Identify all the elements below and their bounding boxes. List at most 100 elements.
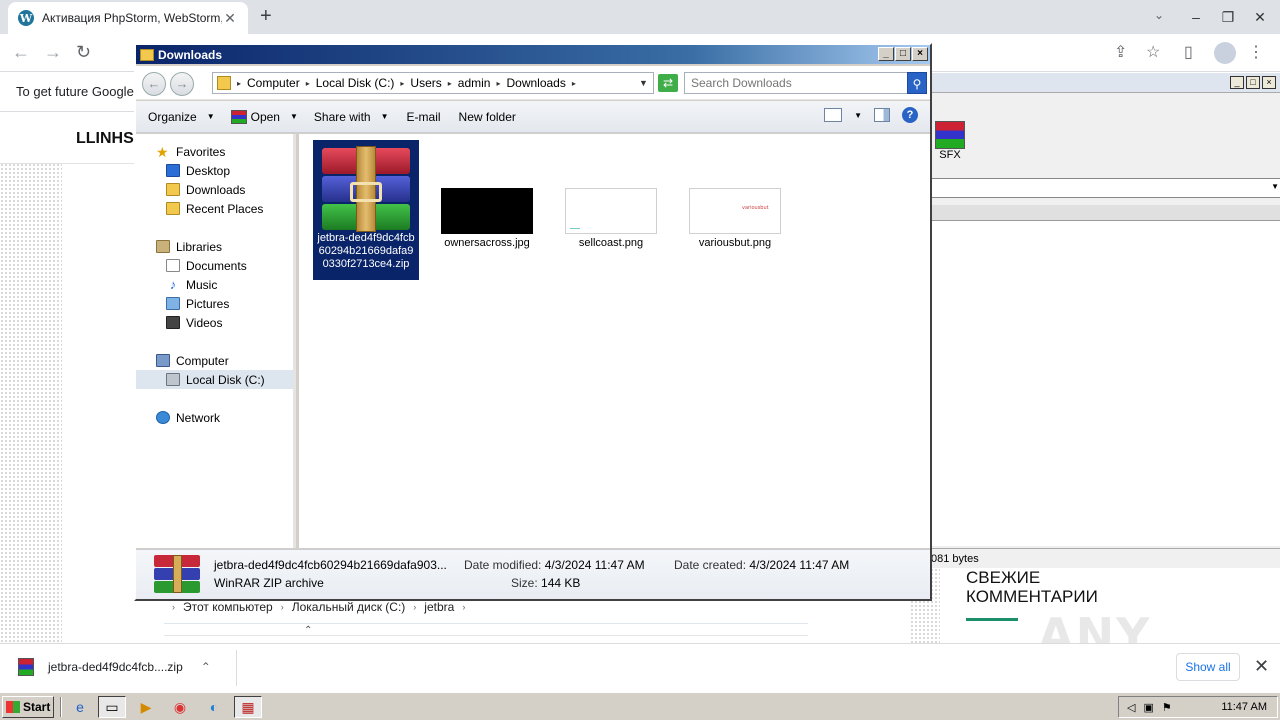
chevron-right-icon[interactable]: ▸ xyxy=(572,79,576,88)
address-dropdown-icon[interactable]: ▼ xyxy=(639,72,648,94)
chevron-right-icon[interactable]: ▸ xyxy=(400,79,404,88)
maximize-icon[interactable]: □ xyxy=(1246,76,1260,89)
chrome-tab-strip: W Активация PhpStorm, WebStorm, I ✕ + ⌄ … xyxy=(0,0,1280,34)
file-item-zip[interactable]: jetbra-ded4f9dc4fcb60294b21669dafa90330f… xyxy=(313,140,419,280)
dropdown-arrow-icon[interactable]: ▼ xyxy=(1271,182,1279,191)
file-list[interactable]: jetbra-ded4f9dc4fcb60294b21669dafa90330f… xyxy=(299,134,930,548)
browser-tab[interactable]: W Активация PhpStorm, WebStorm, I ✕ xyxy=(8,2,248,34)
restore-icon[interactable]: ❐ xyxy=(1212,0,1244,34)
breadcrumb-item[interactable]: Этот компьютер xyxy=(183,600,273,615)
refresh-icon[interactable]: ⇄ xyxy=(658,74,678,92)
internet-explorer-icon[interactable]: e xyxy=(66,696,94,718)
tab-close-icon[interactable]: ✕ xyxy=(222,10,238,27)
file-item-png[interactable]: variousbut variousbut.png xyxy=(685,188,785,250)
volume-icon[interactable]: ◁ xyxy=(1127,701,1135,714)
chrome-icon[interactable]: ◉ xyxy=(166,696,194,718)
winrar-archive-icon xyxy=(320,146,412,232)
chevron-right-icon[interactable]: ▸ xyxy=(448,79,452,88)
nav-computer[interactable]: Computer xyxy=(156,351,313,370)
background-divider xyxy=(164,623,808,624)
explorer-taskbar-icon[interactable]: ▭ xyxy=(98,696,126,718)
address-crumb-users[interactable]: Users xyxy=(410,76,441,90)
size-value: 144 KB xyxy=(541,576,581,590)
chevron-right-icon: › xyxy=(413,602,417,612)
breadcrumb-item[interactable]: jetbra xyxy=(424,600,454,615)
new-folder-button[interactable]: New folder xyxy=(459,110,516,124)
tab-search-icon[interactable]: ⌄ xyxy=(1154,8,1170,22)
address-crumb-admin[interactable]: admin xyxy=(458,76,491,90)
site-title: LLINHS xyxy=(76,130,134,147)
minimize-icon[interactable]: _ xyxy=(1230,76,1244,89)
search-icon[interactable]: ⚲ xyxy=(907,72,927,94)
download-item[interactable]: jetbra-ded4f9dc4fcb....zip ⌃ xyxy=(18,658,211,676)
forward-icon[interactable]: → xyxy=(170,72,194,96)
close-icon[interactable]: ✕ xyxy=(1254,656,1269,677)
date-modified-label: Date modified: xyxy=(464,558,542,572)
background-breadcrumb: › Этот компьютер › Локальный диск (C:) ›… xyxy=(172,600,465,615)
music-icon: ♪ xyxy=(169,277,177,292)
maximize-icon[interactable]: □ xyxy=(895,47,911,61)
chevron-up-icon[interactable]: ⌃ xyxy=(201,660,211,674)
nav-local-disk[interactable]: Local Disk (C:) xyxy=(136,370,293,389)
preview-pane-icon[interactable] xyxy=(874,108,890,122)
network-icon xyxy=(156,411,170,424)
chrome-window-controls: – ❐ ✕ xyxy=(1180,0,1276,34)
close-icon[interactable]: ✕ xyxy=(1244,0,1276,34)
forward-icon[interactable]: → xyxy=(44,42,62,63)
address-crumb-computer[interactable]: Computer xyxy=(247,76,300,90)
chevron-right-icon[interactable]: ▸ xyxy=(496,79,500,88)
back-icon[interactable]: ← xyxy=(12,42,30,63)
file-item-png[interactable]: sellcoast.png xyxy=(561,188,661,250)
chevron-right-icon: › xyxy=(280,602,284,612)
email-button[interactable]: E-mail xyxy=(407,110,441,124)
share-with-button[interactable]: Share with ▼ xyxy=(314,110,389,124)
details-size: Size: 144 KB xyxy=(511,576,580,590)
side-panel-icon[interactable]: ▯ xyxy=(1184,42,1193,62)
explorer-titlebar[interactable]: Downloads _ □ × xyxy=(136,45,930,64)
help-icon[interactable]: ? xyxy=(902,107,918,123)
reload-icon[interactable]: ↻ xyxy=(76,42,91,63)
breadcrumb-item[interactable]: Локальный диск (C:) xyxy=(292,600,406,615)
bookmark-star-icon[interactable]: ☆ xyxy=(1146,42,1160,62)
computer-icon xyxy=(156,354,170,367)
explorer-window-controls: _ □ × xyxy=(878,47,928,61)
network-icon[interactable]: ▣ xyxy=(1143,701,1153,714)
clock[interactable]: 11:47 AM xyxy=(1221,701,1267,713)
share-icon[interactable]: ⇪ xyxy=(1114,42,1127,62)
chevron-down-icon[interactable]: ▼ xyxy=(854,111,862,120)
address-crumb-local-disk[interactable]: Local Disk (C:) xyxy=(316,76,395,90)
nav-libraries[interactable]: Libraries xyxy=(156,237,313,256)
recent-places-icon xyxy=(166,202,180,215)
open-button[interactable]: Open ▼ xyxy=(230,109,298,124)
address-crumb-downloads[interactable]: Downloads xyxy=(506,76,565,90)
winrar-sfx-button[interactable]: SFX xyxy=(935,121,965,161)
chevron-right-icon[interactable]: ▸ xyxy=(237,79,241,88)
nav-favorites[interactable]: ★ Favorites xyxy=(156,142,313,161)
start-button[interactable]: Start xyxy=(2,696,54,718)
address-bar[interactable]: ▸ Computer ▸ Local Disk (C:) ▸ Users ▸ a… xyxy=(212,72,654,94)
tab-title: Активация PhpStorm, WebStorm, I xyxy=(42,11,222,25)
chevron-right-icon[interactable]: ▸ xyxy=(306,79,310,88)
file-item-jpg[interactable]: ownersacross.jpg xyxy=(437,188,537,250)
media-player-icon[interactable]: ▶ xyxy=(132,696,160,718)
minimize-icon[interactable]: – xyxy=(1180,0,1212,34)
system-tray: ◁ ▣ ⚑ 11:47 AM xyxy=(1118,696,1278,718)
explorer-navbar: ← → ▸ Computer ▸ Local Disk (C:) ▸ Users… xyxy=(136,66,930,100)
minimize-icon[interactable]: _ xyxy=(878,47,894,61)
organize-button[interactable]: Organize ▼ xyxy=(148,110,215,124)
flag-icon[interactable]: ⚑ xyxy=(1162,701,1172,714)
close-icon[interactable]: × xyxy=(1262,76,1276,89)
nav-network[interactable]: Network xyxy=(156,408,313,427)
chrome-menu-icon[interactable]: ⋮ xyxy=(1248,42,1264,62)
winrar-path-field[interactable]: ▼ xyxy=(931,178,1280,198)
winrar-file-list[interactable] xyxy=(931,221,1280,546)
close-icon[interactable]: × xyxy=(912,47,928,61)
show-all-button[interactable]: Show all xyxy=(1176,653,1240,681)
edge-icon[interactable]: ◐ xyxy=(200,696,228,718)
winrar-taskbar-icon[interactable]: ▦ xyxy=(234,696,262,718)
search-input[interactable] xyxy=(684,72,908,94)
profile-avatar[interactable] xyxy=(1214,42,1236,64)
back-icon[interactable]: ← xyxy=(142,72,166,96)
change-view-icon[interactable] xyxy=(824,108,843,122)
new-tab-button[interactable]: + xyxy=(260,5,272,28)
